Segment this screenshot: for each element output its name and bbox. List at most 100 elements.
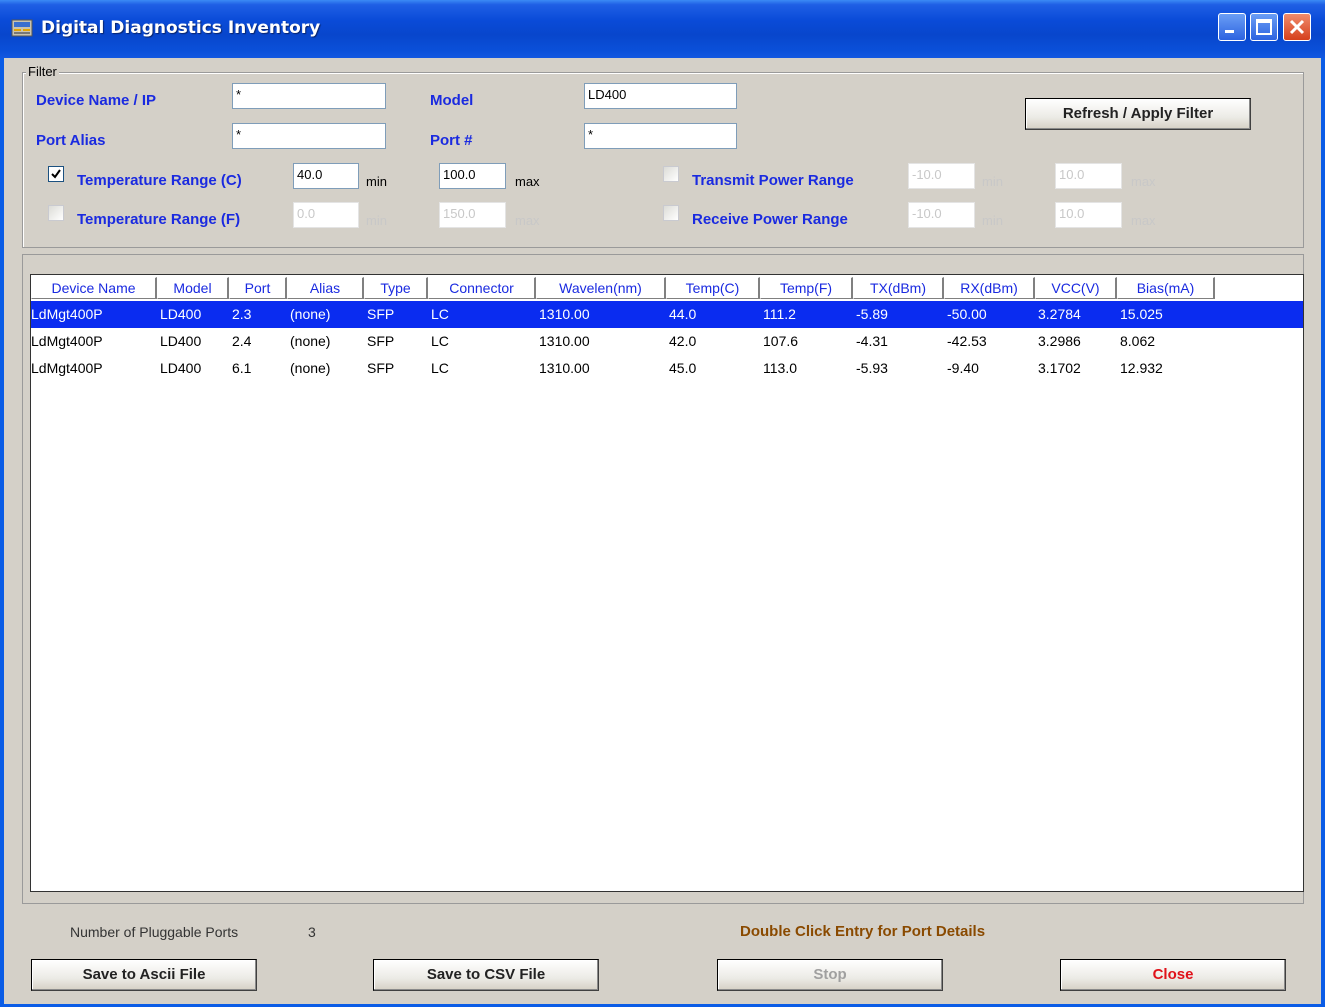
tx-power-max-input[interactable]: 10.0 (1055, 163, 1122, 189)
tx-power-label: Transmit Power Range (692, 172, 854, 189)
save-csv-button[interactable]: Save to CSV File (373, 959, 599, 991)
cell-port: 6.1 (232, 360, 252, 376)
cell-temp-f: 107.6 (763, 333, 799, 349)
col-alias[interactable]: Alias (287, 277, 364, 299)
maximize-button[interactable] (1250, 13, 1278, 41)
window-title: Digital Diagnostics Inventory (41, 18, 321, 38)
col-bias[interactable]: Bias(mA) (1117, 277, 1215, 299)
device-name-input[interactable]: * (232, 83, 386, 109)
col-port[interactable]: Port (229, 277, 287, 299)
cell-wavelength: 1310.00 (539, 333, 590, 349)
cell-rx: -50.00 (947, 306, 987, 322)
port-count-value: 3 (308, 924, 316, 940)
rx-power-min-input[interactable]: -10.0 (908, 202, 975, 228)
cell-bias: 12.932 (1120, 360, 1163, 376)
cell-connector: LC (431, 333, 449, 349)
stop-button[interactable]: Stop (717, 959, 943, 991)
cell-wavelength: 1310.00 (539, 306, 590, 322)
temp-f-label: Temperature Range (F) (77, 211, 241, 228)
cell-type: SFP (367, 333, 395, 349)
col-type[interactable]: Type (364, 277, 428, 299)
refresh-apply-filter-button[interactable]: Refresh / Apply Filter (1025, 98, 1251, 130)
col-model[interactable]: Model (157, 277, 229, 299)
col-wavelength[interactable]: Wavelen(nm) (536, 277, 666, 299)
main-window: Digital Diagnostics Inventory Filter Dev… (0, 0, 1325, 1007)
temp-c-max-label: max (515, 174, 540, 189)
model-label: Model (430, 92, 474, 109)
cell-temp-c: 44.0 (669, 306, 697, 322)
save-ascii-button[interactable]: Save to Ascii File (31, 959, 257, 991)
temp-f-max-label: max (515, 213, 540, 228)
port-details-hint: Double Click Entry for Port Details (740, 923, 986, 940)
close-button[interactable]: Close (1060, 959, 1286, 991)
model-input[interactable]: LD400 (584, 83, 737, 109)
cell-vcc: 3.2784 (1038, 306, 1081, 322)
cell-connector: LC (431, 306, 449, 322)
filter-legend: Filter (26, 64, 59, 79)
cell-bias: 8.062 (1120, 333, 1156, 349)
cell-model: LD400 (160, 360, 202, 376)
cell-vcc: 3.1702 (1038, 360, 1081, 376)
temp-c-max-input[interactable]: 100.0 (439, 163, 506, 189)
temp-c-min-input[interactable]: 40.0 (293, 163, 359, 189)
cell-tx: -5.89 (856, 306, 888, 322)
cell-port: 2.4 (232, 333, 252, 349)
rx-power-checkbox[interactable] (663, 205, 679, 221)
cell-temp-f: 111.2 (763, 306, 796, 322)
cell-tx: -4.31 (856, 333, 888, 349)
close-icon (1289, 19, 1305, 35)
temp-f-checkbox[interactable] (48, 205, 64, 221)
cell-device-name: LdMgt400P (31, 306, 103, 322)
title-bar[interactable]: Digital Diagnostics Inventory (0, 0, 1325, 58)
client-area: Filter Device Name / IP * Model LD400 Po… (4, 58, 1321, 1004)
temp-c-label: Temperature Range (C) (77, 172, 242, 189)
port-alias-input[interactable]: * (232, 123, 386, 149)
cell-device-name: LdMgt400P (31, 360, 103, 376)
col-device-name[interactable]: Device Name (31, 277, 157, 299)
tx-power-max-label: max (1131, 174, 1156, 189)
port-number-input[interactable]: * (584, 123, 737, 149)
minimize-icon (1225, 30, 1234, 33)
rx-power-max-label: max (1131, 213, 1156, 228)
col-vcc[interactable]: VCC(V) (1035, 277, 1117, 299)
port-count-label: Number of Pluggable Ports (70, 924, 239, 940)
col-temp-c[interactable]: Temp(C) (666, 277, 760, 299)
rx-power-max-input[interactable]: 10.0 (1055, 202, 1122, 228)
col-rx[interactable]: RX(dBm) (944, 277, 1035, 299)
cell-alias: (none) (290, 360, 331, 376)
cell-type: SFP (367, 360, 395, 376)
cell-temp-c: 42.0 (669, 333, 697, 349)
temp-f-min-label: min (366, 213, 387, 228)
col-connector[interactable]: Connector (428, 277, 536, 299)
temp-c-checkbox[interactable] (48, 166, 64, 182)
cell-wavelength: 1310.00 (539, 360, 590, 376)
cell-port: 2.3 (232, 306, 252, 322)
close-window-button[interactable] (1283, 13, 1311, 41)
rx-power-label: Receive Power Range (692, 211, 848, 228)
cell-connector: LC (431, 360, 449, 376)
temp-f-max-input[interactable]: 150.0 (439, 202, 506, 228)
tx-power-min-label: min (982, 174, 1003, 189)
cell-alias: (none) (290, 333, 331, 349)
col-tx[interactable]: TX(dBm) (853, 277, 944, 299)
cell-temp-c: 45.0 (669, 360, 697, 376)
cell-vcc: 3.2986 (1038, 333, 1081, 349)
cell-type: SFP (367, 306, 395, 322)
temp-f-min-input[interactable]: 0.0 (293, 202, 359, 228)
minimize-button[interactable] (1218, 13, 1246, 41)
table-row-selected[interactable]: LdMgt400P LD400 2.3 (none) SFP LC 1310.0… (31, 301, 1303, 328)
app-icon (11, 19, 33, 37)
temp-c-min-label: min (366, 174, 387, 189)
table-header: Device Name Model Port Alias Type Connec… (31, 275, 1303, 299)
inventory-table[interactable]: Device Name Model Port Alias Type Connec… (30, 274, 1304, 892)
cell-rx: -42.53 (947, 333, 987, 349)
col-temp-f[interactable]: Temp(F) (760, 277, 853, 299)
cell-alias: (none) (290, 306, 331, 322)
tx-power-checkbox[interactable] (663, 166, 679, 182)
table-row[interactable]: LdMgt400P LD400 6.1 (none) SFP LC 1310.0… (31, 355, 1303, 382)
checkmark-icon (51, 169, 61, 179)
port-number-label: Port # (430, 132, 473, 149)
tx-power-min-input[interactable]: -10.0 (908, 163, 975, 189)
cell-device-name: LdMgt400P (31, 333, 103, 349)
table-row[interactable]: LdMgt400P LD400 2.4 (none) SFP LC 1310.0… (31, 328, 1303, 355)
